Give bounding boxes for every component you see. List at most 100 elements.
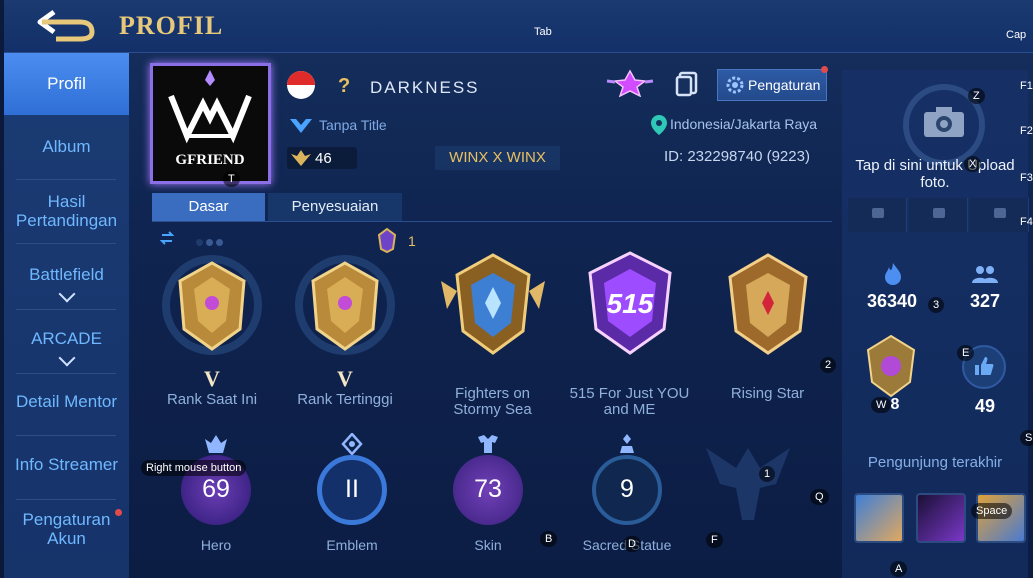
divider xyxy=(16,373,116,374)
player-location: Indonesia/Jakarta Raya xyxy=(670,116,818,132)
card-icon[interactable] xyxy=(675,71,699,97)
sidebar-item-album[interactable]: Album xyxy=(4,137,129,156)
emblem-icon xyxy=(341,433,363,455)
swap-icon[interactable] xyxy=(160,231,174,245)
avatar-text: GFRIEND xyxy=(175,152,244,168)
stormy-sea-badge-icon xyxy=(440,253,545,355)
chevron-down-icon xyxy=(58,285,75,303)
key-hint-tab: Tab xyxy=(534,26,552,38)
key-hint-q: Q xyxy=(810,489,829,505)
avatar[interactable]: GFRIEND xyxy=(150,63,271,184)
stat-hero[interactable]: 69 Hero xyxy=(176,433,256,553)
stat-emblem[interactable]: II Emblem xyxy=(312,433,392,553)
rank-crest-icon[interactable] xyxy=(858,332,924,402)
stat-value: 73 xyxy=(474,475,502,503)
achievement-fighters[interactable]: Fighters on Stormy Sea xyxy=(430,251,555,418)
stat-value: II xyxy=(345,475,359,503)
stat-sacred-statue[interactable]: 9 Sacred Statue xyxy=(582,433,672,553)
visitor-avatar[interactable] xyxy=(854,493,904,543)
player-nickname: DARKNESS xyxy=(370,78,480,97)
key-hint-d: D xyxy=(623,536,641,552)
followers-value[interactable]: 327 xyxy=(960,291,1010,312)
sidebar-item-info-streamer[interactable]: Info Streamer xyxy=(4,455,129,474)
photo-slot[interactable] xyxy=(909,198,968,232)
stat-ring: 9 xyxy=(592,455,662,525)
sidebar-item-label: Battlefield xyxy=(29,265,104,284)
key-hint-right-mouse: Right mouse button xyxy=(141,460,247,476)
sidebar-item-pengaturan-akun[interactable]: Pengaturan Akun xyxy=(4,510,129,548)
key-hint-f1: F1 xyxy=(1020,80,1033,92)
emblem-text: 515 xyxy=(606,288,653,319)
camera-icon xyxy=(933,208,945,218)
sidebar-item-battlefield[interactable]: Battlefield xyxy=(4,265,129,303)
indonesia-flag-icon xyxy=(287,71,315,99)
settings-label: Pengaturan xyxy=(748,77,821,93)
recent-visitors-label: Pengunjung terakhir xyxy=(867,454,1003,471)
key-hint-space: Space xyxy=(971,503,1013,519)
sidebar-item-profil[interactable]: Profil xyxy=(4,53,129,115)
sidebar-item-label: Hasil Pertandingan xyxy=(15,192,118,230)
sidebar-item-hasil-pertandingan[interactable]: Hasil Pertandingan xyxy=(4,192,129,230)
game-window: PROFIL Profil Album Hasil Pertandingan B… xyxy=(4,0,1033,578)
camera-icon xyxy=(872,208,884,218)
sidebar-item-detail-mentor[interactable]: Detail Mentor xyxy=(4,392,129,411)
visitor-avatar[interactable] xyxy=(916,493,966,543)
notification-dot xyxy=(115,509,122,516)
photo-slot[interactable] xyxy=(848,198,907,232)
flame-icon xyxy=(885,263,901,285)
divider xyxy=(16,499,116,500)
key-hint-f2: F2 xyxy=(1020,125,1033,137)
sidebar-item-arcade[interactable]: ARCADE xyxy=(4,329,129,367)
key-hint-1: 1 xyxy=(759,466,776,482)
player-id: ID: 232298740 (9223) xyxy=(664,148,810,165)
stat-skin[interactable]: 73 Skin xyxy=(448,433,528,553)
sidebar-item-label: Pengaturan Akun xyxy=(22,510,111,548)
divider xyxy=(16,179,116,180)
sidebar-item-label: Info Streamer xyxy=(15,455,118,474)
page-title: PROFIL xyxy=(119,11,224,40)
sidebar-item-label: Detail Mentor xyxy=(15,392,118,411)
key-hint-2: 2 xyxy=(820,357,837,373)
wings-level-icon xyxy=(291,150,311,166)
key-hint-cap: Cap xyxy=(1006,29,1027,41)
mythic-rank-badge-icon xyxy=(295,255,395,355)
statue-icon xyxy=(620,434,634,453)
hidden-rank-icon: ? xyxy=(338,75,351,97)
likes-value: 49 xyxy=(974,396,996,416)
followers-icon xyxy=(972,266,998,283)
achievement-rising-star[interactable]: Rising Star xyxy=(705,251,830,402)
rank-current[interactable]: V Rank Saat Ini xyxy=(152,251,272,408)
key-hint-z: Z xyxy=(968,88,985,104)
sidebar: Profil Album Hasil Pertandingan Battlefi… xyxy=(4,53,129,578)
divider xyxy=(16,435,116,436)
stat-ring: II xyxy=(317,455,387,525)
divider xyxy=(16,309,116,310)
medal-caption: Rising Star xyxy=(730,385,805,402)
right-panel: Tap di sini untuk Upload foto. 36340 327… xyxy=(842,70,1029,578)
level-badge: 46 xyxy=(287,147,357,169)
stat-value: 9 xyxy=(620,475,634,503)
upload-photo-hint[interactable]: Tap di sini untuk Upload foto. xyxy=(842,157,1028,191)
rank-tier: V xyxy=(337,366,353,391)
profile-main: GFRIEND ? DARKNESS Tanpa Title 46 WINX X… xyxy=(130,53,838,578)
achievement-515[interactable]: 515 515 For Just YOU and ME xyxy=(562,251,697,418)
gear-icon xyxy=(726,76,744,94)
stat-ring: 73 xyxy=(453,455,523,525)
settings-button[interactable]: Pengaturan xyxy=(717,69,827,101)
thumbs-up-icon xyxy=(975,357,994,375)
tab-penyesuaian[interactable]: Penyesuaian xyxy=(268,193,402,221)
tab-dasar[interactable]: Dasar xyxy=(152,193,265,221)
stat-value: 69 xyxy=(202,475,230,503)
back-arrow-icon[interactable] xyxy=(34,8,96,42)
photo-slots xyxy=(848,198,1029,232)
515-badge-icon: 515 xyxy=(587,251,672,355)
rank-highest[interactable]: V Rank Tertinggi xyxy=(285,251,405,408)
squad-name[interactable]: WINX X WINX xyxy=(435,146,560,170)
title-badge-icon xyxy=(290,119,312,133)
key-hint-3: 3 xyxy=(928,297,945,313)
page-dots xyxy=(196,233,223,251)
medal-caption: Rank Tertinggi xyxy=(297,391,393,408)
star-rank-icon[interactable] xyxy=(605,69,655,97)
medal-caption: 515 For Just YOU and ME xyxy=(569,385,690,418)
key-hint-t: T xyxy=(223,171,240,187)
